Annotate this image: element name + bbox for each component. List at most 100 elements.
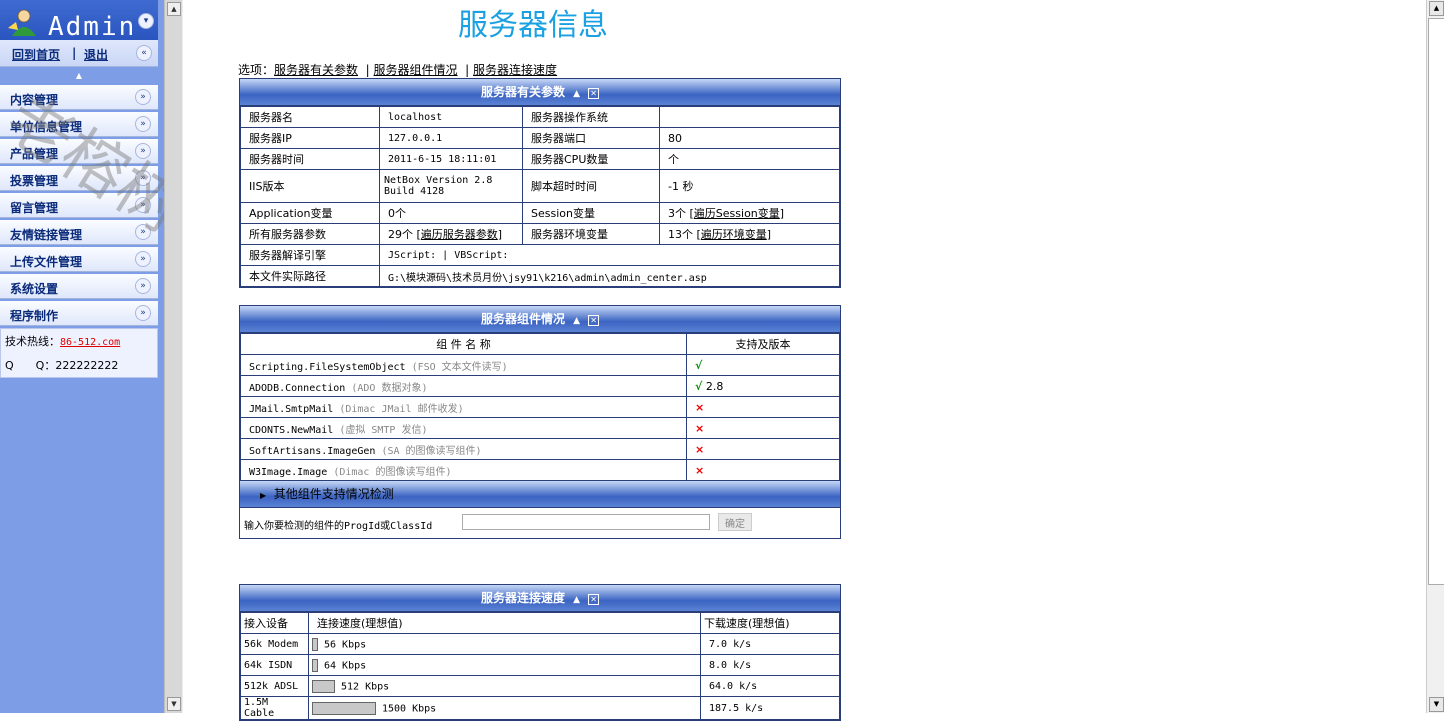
speed-table: 接入设备 连接速度(理想值) 下载速度(理想值) 56k Modem 56 Kbps 7… <box>240 612 840 720</box>
scroll-up-icon[interactable]: ▲ <box>0 67 158 83</box>
check-submit-button[interactable]: 确定 <box>718 513 752 531</box>
table-row: Scripting.FileSystemObject (FSO 文本文件读写) √ <box>240 354 840 376</box>
close-icon[interactable]: ✕ <box>588 315 600 326</box>
chevron-down-icon[interactable]: » <box>135 251 151 267</box>
qq: Q Q：222222222 <box>5 357 118 373</box>
component-desc: (虚拟 SMTP 发信) <box>339 424 428 436</box>
collapse-up-icon[interactable]: ▲ <box>573 81 580 107</box>
param-key: 服务器IP <box>240 127 380 149</box>
server-speed-panel: 服务器连接速度 ▲ ✕ 接入设备 连接速度(理想值) 下载速度(理想值) 56k Mo… <box>239 584 841 721</box>
other-components-header: ▶ 其他组件支持情况检测 <box>240 481 840 508</box>
collapse-left-icon[interactable]: « <box>136 45 152 61</box>
table-row: 服务器时间 2011-6-15 18:11:01 服务器CPU数量 个 <box>240 148 840 170</box>
scroll-down-arrow-icon[interactable]: ▼ <box>1429 697 1444 712</box>
menu-item-credits[interactable]: 程序制作 » <box>0 301 158 326</box>
component-id-input[interactable] <box>462 514 710 530</box>
chevron-down-icon[interactable]: » <box>135 278 151 294</box>
browse-env-link[interactable]: 遍历环境变量 <box>701 228 767 241</box>
menu-item-settings[interactable]: 系统设置 » <box>0 274 158 299</box>
param-key: 服务器环境变量 <box>522 223 660 245</box>
collapse-logo-icon[interactable]: ▾ <box>138 13 154 29</box>
chevron-down-icon[interactable]: » <box>135 197 151 213</box>
menu-item-content[interactable]: 内容管理 » <box>0 85 158 110</box>
scrollbar-thumb[interactable] <box>1428 18 1444 585</box>
speed-value: 56 Kbps <box>324 639 367 650</box>
option-link-components[interactable]: 服务器组件情况 <box>374 63 458 77</box>
menu-item-messages[interactable]: 留言管理 » <box>0 193 158 218</box>
cross-icon: × <box>695 400 705 414</box>
main-vertical-scrollbar[interactable]: ▲ ▼ <box>1426 0 1444 713</box>
count-text: 3个 [ <box>668 207 694 220</box>
component-name: CDONTS.NewMail <box>249 424 334 436</box>
components-table: 组 件 名 称支持及版本 Scripting.FileSystemObject … <box>240 333 840 481</box>
chevron-down-icon[interactable]: » <box>135 224 151 240</box>
option-link-speed[interactable]: 服务器连接速度 <box>473 63 557 77</box>
speed-cell: 1500 Kbps <box>308 696 701 720</box>
speed-value: 64 Kbps <box>324 660 367 671</box>
menu-item-label: 友情链接管理 <box>10 228 83 242</box>
menu-item-unit-info[interactable]: 单位信息管理 » <box>0 112 158 137</box>
speed-cell: 512 Kbps <box>308 675 701 697</box>
chevron-down-icon[interactable]: » <box>135 143 151 159</box>
chevron-down-icon[interactable]: » <box>135 305 151 321</box>
device-name: 64k ISDN <box>240 654 309 676</box>
param-value: 13个 [遍历环境变量] <box>659 223 840 245</box>
table-row: 服务器名 localhost 服务器操作系统 <box>240 106 840 128</box>
menu-item-label: 系统设置 <box>10 282 59 296</box>
menu-item-label: 上传文件管理 <box>10 255 83 269</box>
param-value: 个 <box>659 148 840 170</box>
table-row: JMail.SmtpMail (Dimac JMail 邮件收发) × <box>240 396 840 418</box>
options-bar: 选项：服务器有关参数 | 服务器组件情况 | 服务器连接速度 <box>238 63 558 77</box>
cross-icon: × <box>695 421 705 435</box>
menu-item-votes[interactable]: 投票管理 » <box>0 166 158 191</box>
frame-splitter-scrollbar[interactable]: ▲ ▼ <box>164 0 183 713</box>
menu-item-links[interactable]: 友情链接管理 » <box>0 220 158 245</box>
close-icon[interactable]: ✕ <box>588 594 600 605</box>
check-label: 输入你要检测的组件的ProgId或ClassId <box>244 521 433 532</box>
param-value: -1 秒 <box>659 169 840 203</box>
component-name: ADODB.Connection <box>249 382 346 394</box>
option-link-params[interactable]: 服务器有关参数 <box>274 63 358 77</box>
chevron-down-icon[interactable]: » <box>135 89 151 105</box>
qq-label: Q Q： <box>5 359 56 372</box>
column-header: 支持及版本 <box>686 333 840 355</box>
check-icon: √ <box>695 379 703 393</box>
component-name: W3Image.Image <box>249 466 328 478</box>
menu-item-label: 程序制作 <box>10 309 59 323</box>
menu-item-label: 产品管理 <box>10 147 59 161</box>
param-value: 2011-6-15 18:11:01 <box>379 148 523 170</box>
component-desc: (SA 的图像读写组件) <box>381 445 482 457</box>
home-link[interactable]: 回到首页 <box>12 46 60 63</box>
device-name: 1.5M Cable <box>240 696 309 720</box>
scroll-up-arrow-icon[interactable]: ▲ <box>1429 1 1444 16</box>
admin-logo-bar: Admin ▾ <box>0 0 158 42</box>
close-icon[interactable]: ✕ <box>588 88 600 99</box>
param-key: 服务器时间 <box>240 148 380 170</box>
speed-bar <box>312 637 318 651</box>
component-desc: (FSO 文本文件读写) <box>411 361 508 373</box>
param-value: G:\模块源码\技术员月份\jsy91\k216\admin\admin_cen… <box>379 265 840 287</box>
scroll-up-arrow-icon[interactable]: ▲ <box>167 2 181 16</box>
collapse-up-icon[interactable]: ▲ <box>573 587 580 613</box>
logout-link[interactable]: 退出 <box>84 46 108 63</box>
scroll-down-arrow-icon[interactable]: ▼ <box>167 697 181 711</box>
param-key: Application变量 <box>240 202 380 224</box>
contact-info: 技术热线：86-512.com Q Q：222222222 <box>0 328 158 378</box>
hotline-link[interactable]: 86-512.com <box>60 337 120 348</box>
chevron-down-icon[interactable]: » <box>135 116 151 132</box>
column-header: 接入设备 <box>240 612 309 634</box>
param-value: 3个 [遍历Session变量] <box>659 202 840 224</box>
chevron-down-icon[interactable]: » <box>135 170 151 186</box>
browse-server-params-link[interactable]: 遍历服务器参数 <box>421 228 498 241</box>
table-header-row: 组 件 名 称支持及版本 <box>240 333 840 355</box>
panel-header: 服务器连接速度 ▲ ✕ <box>240 585 840 612</box>
triangle-right-icon: ▶ <box>260 491 267 500</box>
table-row: SoftArtisans.ImageGen (SA 的图像读写组件) × <box>240 438 840 460</box>
param-key: 所有服务器参数 <box>240 223 380 245</box>
browse-session-link[interactable]: 遍历Session变量 <box>694 207 780 220</box>
menu-item-products[interactable]: 产品管理 » <box>0 139 158 164</box>
menu-item-label: 投票管理 <box>10 174 59 188</box>
menu-item-uploads[interactable]: 上传文件管理 » <box>0 247 158 272</box>
collapse-up-icon[interactable]: ▲ <box>573 308 580 334</box>
column-header: 组 件 名 称 <box>240 333 687 355</box>
